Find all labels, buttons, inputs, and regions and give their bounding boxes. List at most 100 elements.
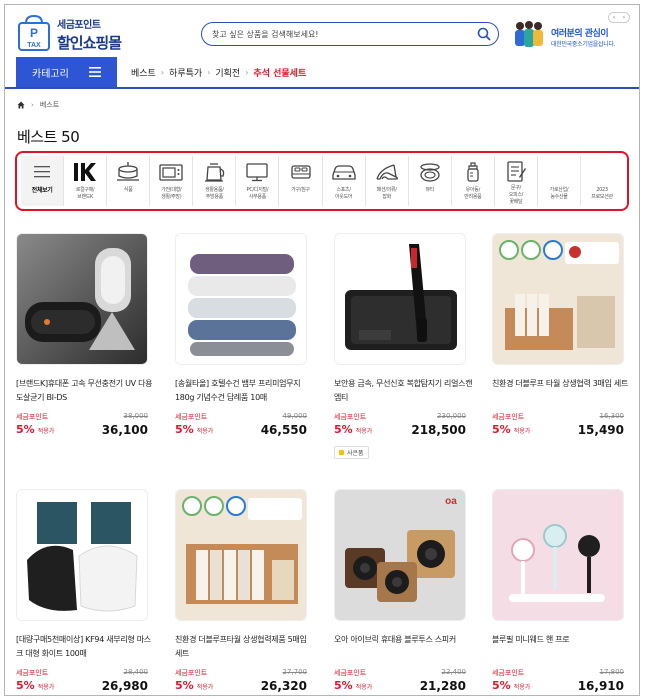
price-row: 5% 적용가 46,550 xyxy=(175,423,315,437)
discount-label: 적용가 xyxy=(37,684,55,691)
product-image-towels[interactable] xyxy=(175,233,307,365)
discount-rate: 5% xyxy=(175,423,194,436)
nav-link-best[interactable]: 베스트 xyxy=(131,66,156,79)
product-name[interactable]: [대량구매5천매이상] KF94 새부리형 마스크 대형 화이트 100매 xyxy=(16,633,156,661)
nav-link-daily-deal[interactable]: 하루특가 xyxy=(169,66,202,79)
breadcrumb: › 베스트 xyxy=(17,100,59,110)
price-row: 5% 적용가 26,320 xyxy=(175,679,315,693)
price-row: 5% 적용가 218,500 xyxy=(334,423,474,437)
product-image-speakers[interactable]: oa xyxy=(334,489,466,621)
category-label: 유아동/ 반려용품 xyxy=(464,187,482,200)
microwave-icon xyxy=(159,164,183,181)
product-name[interactable]: [송월타올] 호텔수건 뱀부 프리미엄무지 180g 기념수건 답례품 10매 xyxy=(175,377,315,405)
category-food[interactable]: 식품 xyxy=(107,156,151,206)
nav-separator: › xyxy=(160,68,165,77)
gift-badge-label: 사은품 xyxy=(347,450,364,457)
product-name[interactable]: 블루필 미니웨드 핸 프로 xyxy=(492,633,632,661)
category-promotion[interactable]: 2023 프로모션관 xyxy=(581,156,623,206)
seller-label-text: 세금포인트 xyxy=(334,413,367,421)
category-menu-button[interactable]: 카테고리 xyxy=(16,57,117,87)
category-label: 가로산업/ 농수산물 xyxy=(549,187,569,200)
sale-price: 21,280 xyxy=(419,679,466,693)
nav-separator: › xyxy=(207,68,211,77)
category-agri[interactable]: 가로산업/ 농수산물 xyxy=(538,156,582,206)
nav-link-chuseok-gift[interactable]: 추석 선물세트 xyxy=(253,66,306,79)
logo-subtitle: 세금포인트 xyxy=(57,20,101,31)
sale-price: 16,910 xyxy=(577,679,624,693)
category-fashion[interactable]: 패션/의류/ 잡화 xyxy=(366,156,409,206)
discount-rate: 5% xyxy=(492,423,511,436)
search-icon[interactable] xyxy=(476,26,492,42)
product-image-masks[interactable] xyxy=(16,489,148,621)
category-label: 식품 xyxy=(123,187,133,193)
product-card[interactable]: oa 오아 아이브릭 휴대용 블루투스 스피커 세금포인트 22,400 5% 적용… xyxy=(334,489,474,693)
discount-rate: 5% xyxy=(334,423,353,436)
original-price: 27,700 xyxy=(282,668,308,676)
category-beauty[interactable]: 뷰티 xyxy=(409,156,452,206)
category-label: 패션/의류/ 잡화 xyxy=(376,187,397,200)
product-card[interactable]: [대량구매5천매이상] KF94 새부리형 마스크 대형 화이트 100매 세금… xyxy=(16,489,156,693)
original-price: 16,300 xyxy=(599,412,625,420)
product-image-towel-box[interactable] xyxy=(492,233,624,365)
seller-label: 세금포인트 16,300 xyxy=(492,412,632,422)
product-card[interactable]: 친환경 더블루프 타월 상생협력 3매입 세트 세금포인트 16,300 5% 적용… xyxy=(492,233,632,437)
category-label: 가구/침구 xyxy=(291,187,310,193)
product-card[interactable]: 블루필 미니웨드 핸 프로 세금포인트 17,800 5% 적용가 16,910 xyxy=(492,489,632,693)
product-image-charger[interactable] xyxy=(16,233,148,365)
ad-prev-button[interactable]: ‹ xyxy=(613,14,615,21)
gift-badge: 사은품 xyxy=(334,446,369,459)
category-label: 뷰티 xyxy=(425,187,435,193)
product-card[interactable]: [송월타올] 호텔수건 뱀부 프리미엄무지 180g 기념수건 답례품 10매 … xyxy=(175,233,315,437)
heel-icon xyxy=(376,164,398,180)
product-name[interactable]: 오아 아이브릭 휴대용 블루투스 스피커 xyxy=(334,633,474,661)
search-input[interactable] xyxy=(212,26,462,42)
category-appliance[interactable]: 가전(대형/ 생활/주방) xyxy=(150,156,194,206)
sale-price: 26,980 xyxy=(101,679,148,693)
discount-label: 적용가 xyxy=(355,684,373,691)
original-price: 22,400 xyxy=(441,668,467,676)
product-name[interactable]: 보안용 금속, 무선신호 복합탐지기 리얼스캔 엠티 xyxy=(334,377,474,405)
category-all[interactable]: 전체보기 xyxy=(21,156,65,206)
discount-label: 적용가 xyxy=(196,684,214,691)
discount-rate: 5% xyxy=(175,679,194,692)
page-title: 베스트 50 xyxy=(17,128,80,146)
seller-label: 세금포인트 49,000 xyxy=(175,412,315,422)
discount-rate: 5% xyxy=(16,679,35,692)
product-image-detector[interactable] xyxy=(334,233,466,365)
ad-next-button[interactable]: › xyxy=(623,14,625,21)
product-card[interactable]: 보안용 금속, 무선신호 복합탐지기 리얼스캔 엠티 세금포인트 230,000 … xyxy=(334,233,474,459)
category-furniture[interactable]: 가구/침구 xyxy=(279,156,323,206)
nav-link-exhibition[interactable]: 기획전 xyxy=(215,66,240,79)
nav-links: 베스트 › 하루특가 › 기획전 › 추석 선물세트 xyxy=(131,66,306,79)
price-row: 5% 적용가 26,980 xyxy=(16,679,156,693)
empty-icon-slot xyxy=(544,160,574,184)
compact-icon xyxy=(420,163,440,182)
product-name[interactable]: 친환경 더블루프 타월 상생협력 3매입 세트 xyxy=(492,377,632,405)
product-image-towel-box-5[interactable] xyxy=(175,489,307,621)
product-name[interactable]: [브랜드K]휴대폰 고속 무선충전기 UV 다용도살균기 BI-DS xyxy=(16,377,156,405)
empty-icon-slot xyxy=(587,160,617,184)
category-brand-k[interactable]: 로컬구매/ 브랜드K xyxy=(64,156,108,206)
sale-price: 36,100 xyxy=(101,423,148,437)
category-digital[interactable]: PC/디지털/ 사무용품 xyxy=(236,156,280,206)
category-stationery[interactable]: 문구/ 오피스/ 꽃배달 xyxy=(495,156,538,206)
category-household[interactable]: 생활용품/ 주방용품 xyxy=(193,156,237,206)
seller-label-text: 세금포인트 xyxy=(334,669,367,677)
home-icon[interactable] xyxy=(17,101,25,109)
category-kids[interactable]: 유아동/ 반려용품 xyxy=(452,156,495,206)
page-frame: P TAX 세금포인트 할인쇼핑몰 여러분의 관심이 대한민국중소기업을삽니다.… xyxy=(4,4,640,696)
product-card[interactable]: 친환경 더블루프타월 상생협력제품 5매입 세트 세금포인트 27,700 5% 적… xyxy=(175,489,315,693)
notepad-icon xyxy=(507,161,526,182)
logo-tax-icon[interactable]: P TAX xyxy=(17,14,51,52)
ad-title: 여러분의 관심이 xyxy=(551,29,609,39)
product-name[interactable]: 친환경 더블루프타월 상생협력제품 5매입 세트 xyxy=(175,633,315,661)
bed-icon xyxy=(290,165,311,179)
product-image-fans[interactable] xyxy=(492,489,624,621)
logo-text[interactable]: 세금포인트 할인쇼핑몰 xyxy=(57,16,122,53)
logo-badge-top: P xyxy=(30,26,38,40)
product-card[interactable]: [브랜드K]휴대폰 고속 무선충전기 UV 다용도살균기 BI-DS 세금포인트… xyxy=(16,233,156,437)
category-sports[interactable]: 스포츠/ 아웃도어 xyxy=(323,156,366,206)
discount-label: 적용가 xyxy=(513,684,531,691)
sale-price: 15,490 xyxy=(577,423,624,437)
seller-label: 세금포인트 38,000 xyxy=(16,412,156,422)
